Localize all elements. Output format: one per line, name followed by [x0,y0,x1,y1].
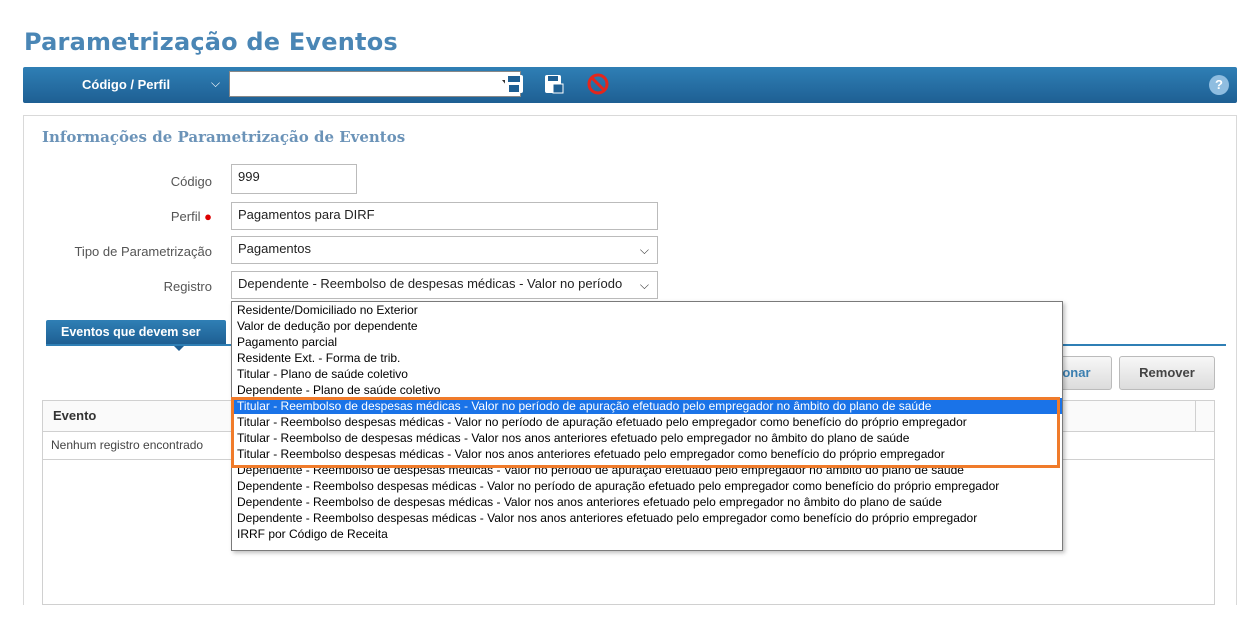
registro-value: Dependente - Reembolso de despesas médic… [238,276,623,291]
list-item[interactable]: IRRF por Código de Receita [232,526,1062,542]
perfil-label-text: Perfil [170,209,201,224]
chevron-down-icon: ⌵ [639,243,649,257]
list-item[interactable]: Titular - Reembolso de despesas médicas … [232,430,1062,446]
list-item[interactable]: Dependente - Reembolso despesas médicas … [232,478,1062,494]
page-title: Parametrização de Eventos [24,28,398,56]
tipo-label: Tipo de Parametrização [74,244,212,259]
toolbar: Código / Perfil ⌵ ? [23,67,1237,103]
cancel-icon[interactable] [587,73,609,95]
codigo-perfil-combo[interactable] [229,71,521,97]
section-title: Informações de Parametrização de Eventos [42,128,406,146]
list-item-selected[interactable]: Titular - Reembolso de despesas médicas … [232,398,1062,414]
codigo-label: Código [170,174,212,189]
chevron-down-icon[interactable]: ⌵ [211,76,220,91]
codigo-field[interactable]: 999 [231,164,357,194]
list-item[interactable]: Dependente - Reembolso despesas médicas … [232,510,1062,526]
save-as-icon[interactable] [543,73,565,95]
list-item[interactable]: Residente Ext. - Forma de trib. [232,350,1062,366]
help-icon[interactable]: ? [1209,75,1229,95]
perfil-label: Perfil ● [100,209,212,224]
chevron-down-icon: ⌵ [639,278,649,292]
empty-message: Nenhum registro encontrado [51,438,204,452]
list-item[interactable]: Titular - Reembolso despesas médicas - V… [232,446,1062,462]
tab-eventos[interactable]: Eventos que devem ser [46,320,226,344]
tipo-value: Pagamentos [238,241,311,256]
registro-dropdown-list[interactable]: Residente/Domiciliado no Exterior Valor … [231,301,1063,551]
list-item[interactable]: Dependente - Plano de saúde coletivo [232,382,1062,398]
list-item[interactable]: Titular - Reembolso despesas médicas - V… [232,414,1062,430]
column-divider [1195,401,1196,431]
registro-label: Registro [163,279,212,294]
list-item[interactable]: Dependente - Reembolso de despesas médic… [232,494,1062,510]
required-indicator: ● [204,209,212,224]
registro-select[interactable]: Dependente - Reembolso de despesas médic… [231,271,658,299]
list-item[interactable]: Dependente - Reembolso de despesas médic… [232,462,1062,478]
column-header-evento[interactable]: Evento [53,408,96,423]
list-item[interactable]: Titular - Plano de saúde coletivo [232,366,1062,382]
floppy-disk-icon[interactable] [503,73,525,95]
list-item[interactable]: Pagamento parcial [232,334,1062,350]
list-item[interactable]: Valor de dedução por dependente [232,318,1062,334]
tipo-select[interactable]: Pagamentos ⌵ [231,236,658,264]
list-item[interactable]: Residente/Domiciliado no Exterior [232,302,1062,318]
toolbar-label: Código / Perfil [82,77,171,92]
perfil-field[interactable]: Pagamentos para DIRF [231,202,658,230]
remove-button[interactable]: Remover [1119,356,1215,390]
